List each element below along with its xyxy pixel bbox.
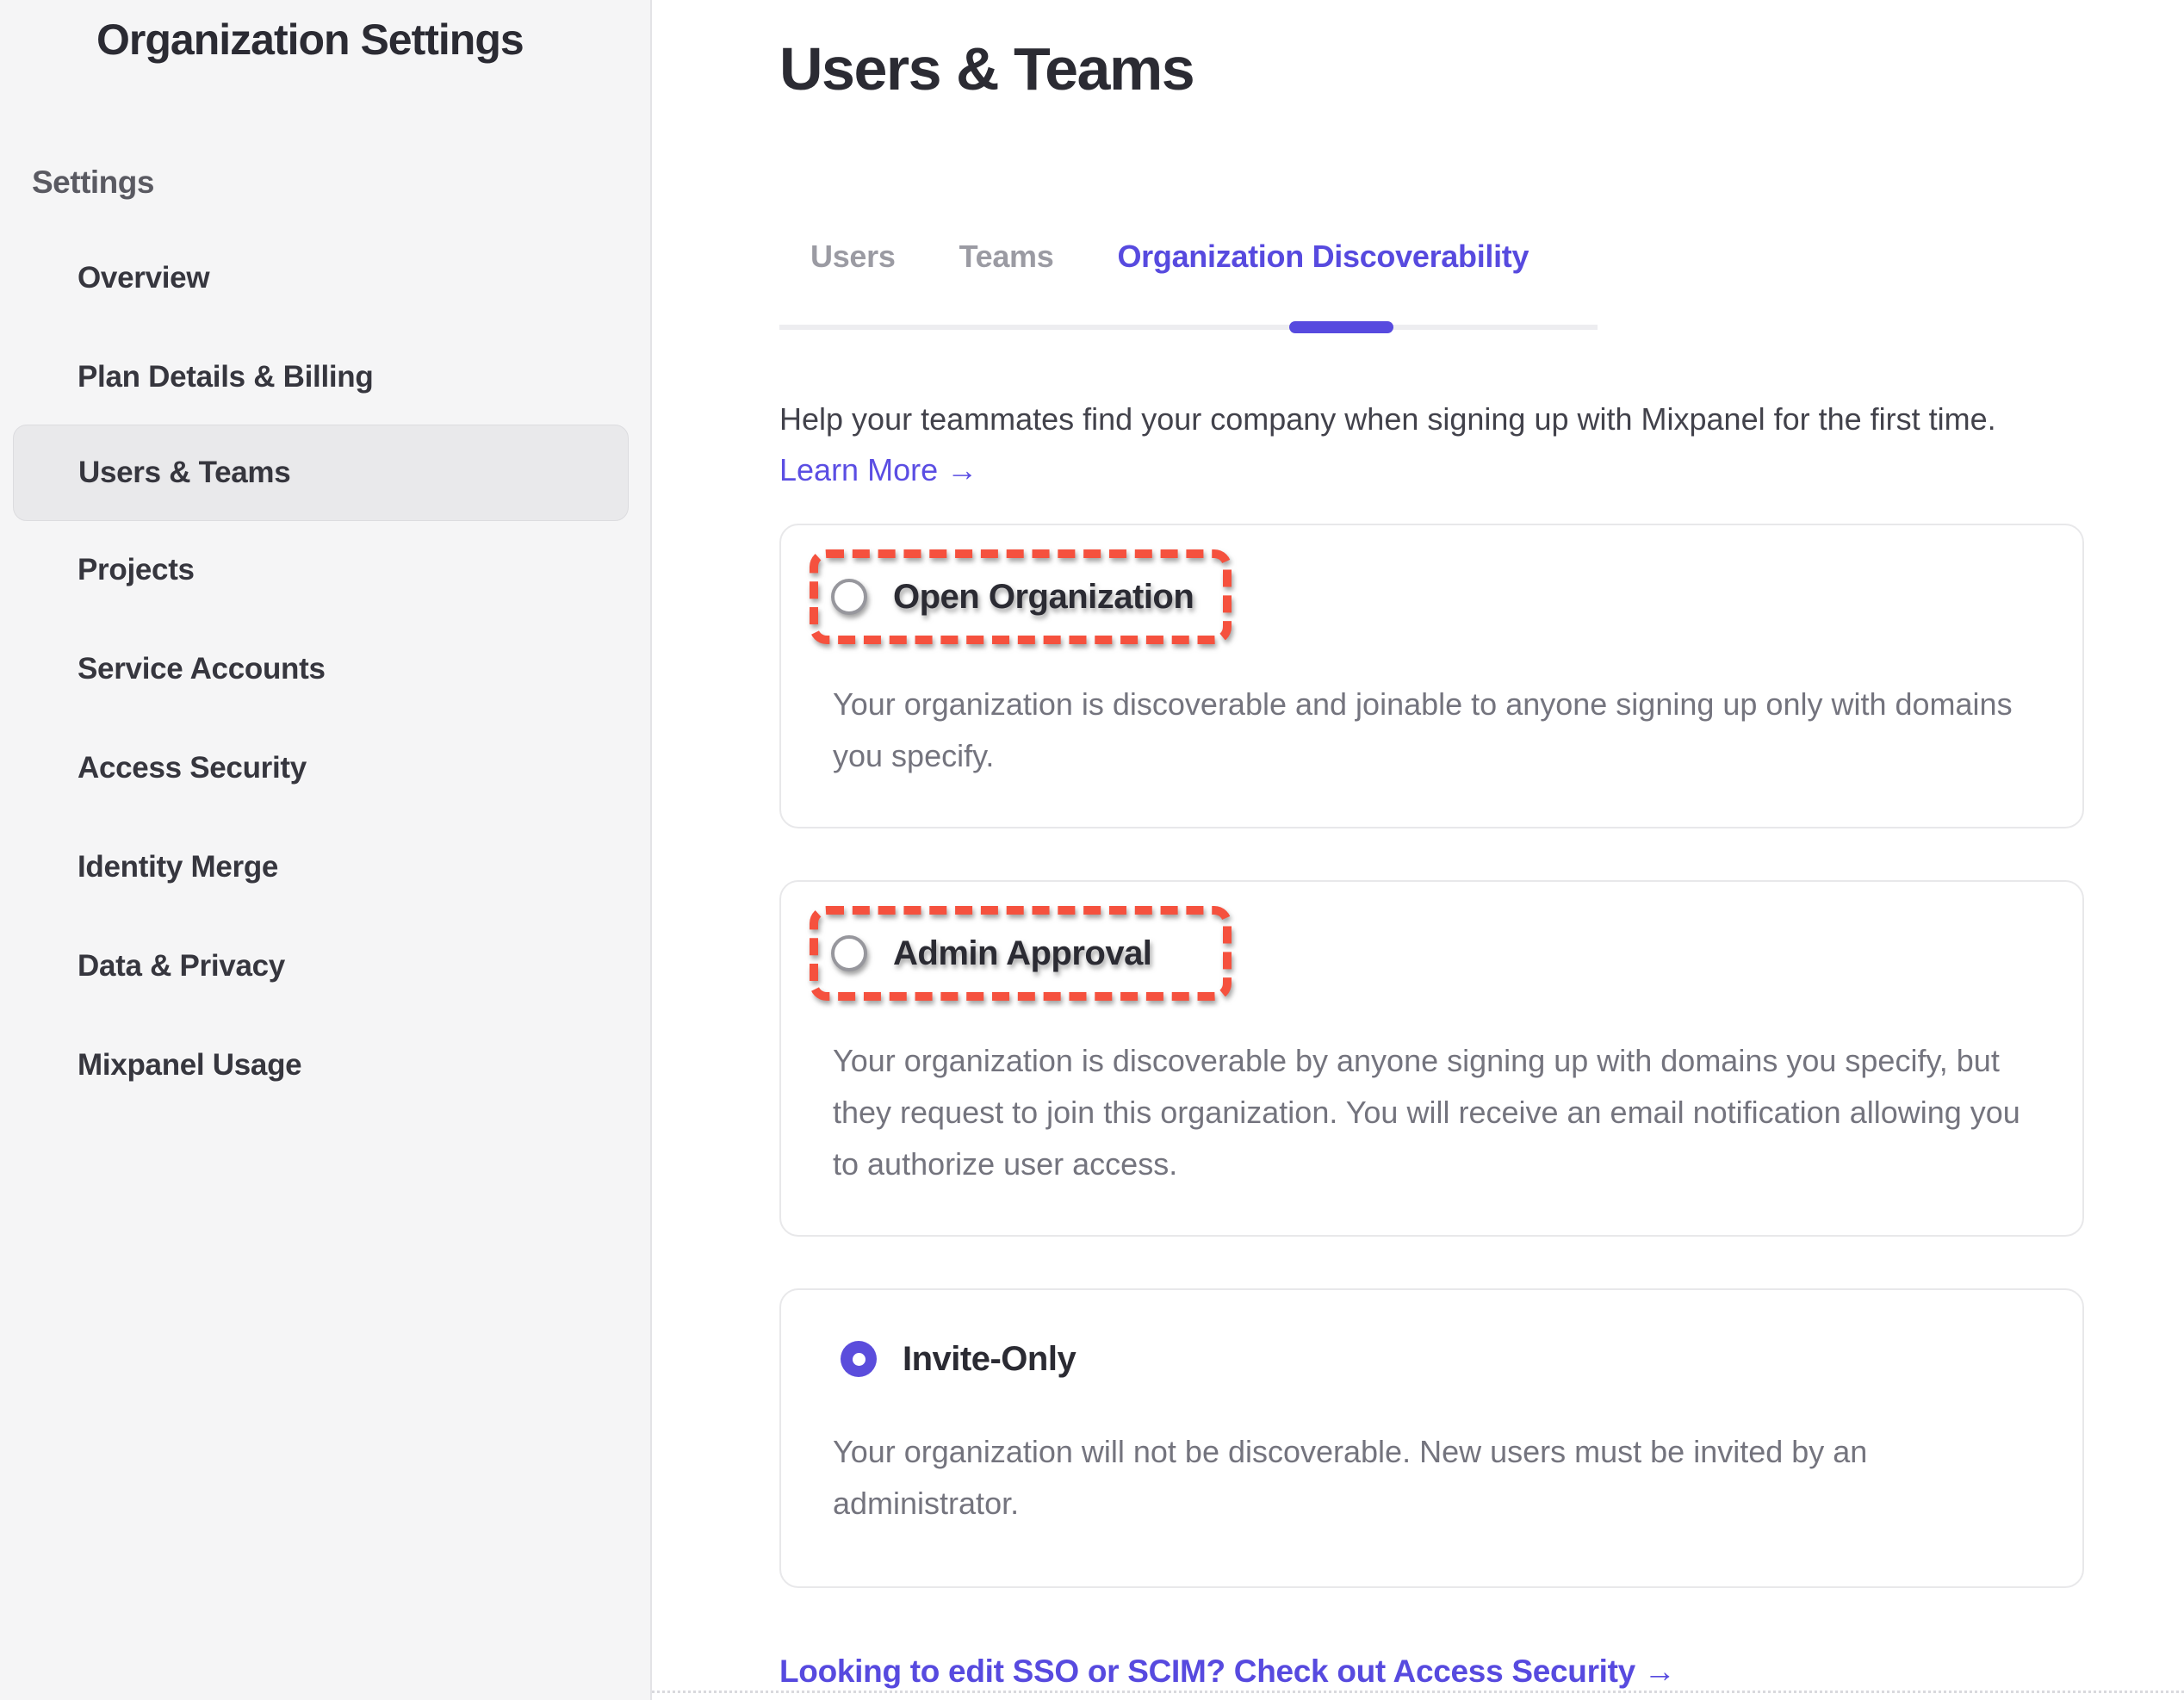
bottom-divider — [652, 1691, 2184, 1693]
option-label-admin-approval[interactable]: Admin Approval — [893, 933, 1151, 974]
tab-bar: Users Teams Organization Discoverability — [779, 238, 1598, 330]
sidebar-title: Organization Settings — [0, 0, 650, 65]
intro-text: Help your teammates find your company wh… — [779, 399, 2084, 439]
red-dashed-annotation-highlight: Open Organization — [810, 549, 1232, 644]
option-row: Invite-Only — [810, 1314, 2031, 1380]
option-description: Your organization is discoverable by any… — [833, 1035, 2031, 1190]
sidebar-nav: Settings Overview Plan Details & Billing… — [0, 164, 650, 1084]
sidebar-item-access-security[interactable]: Access Security — [0, 749, 650, 787]
sidebar-item-overview[interactable]: Overview — [0, 259, 650, 297]
option-label-invite-only[interactable]: Invite-Only — [903, 1338, 1076, 1380]
option-row: Open Organization — [831, 576, 1194, 617]
sidebar-section-label: Settings — [32, 164, 650, 202]
radio-admin-approval[interactable] — [831, 935, 867, 971]
option-description: Your organization will not be discoverab… — [833, 1426, 2031, 1542]
red-dashed-annotation-highlight: Admin Approval — [810, 906, 1232, 1001]
active-tab-indicator — [1289, 321, 1393, 333]
radio-open-organization[interactable] — [831, 579, 867, 615]
main-content: Users & Teams Users Teams Organization D… — [652, 0, 2184, 1700]
sidebar-item-projects[interactable]: Projects — [0, 551, 650, 589]
tab-users[interactable]: Users — [779, 238, 928, 325]
tab-teams[interactable]: Teams — [928, 238, 1086, 325]
tab-organization-discoverability[interactable]: Organization Discoverability — [1085, 238, 1560, 325]
option-label-open-organization[interactable]: Open Organization — [893, 576, 1194, 617]
learn-more-link[interactable]: Learn More → — [779, 450, 977, 489]
sidebar-item-mixpanel-usage[interactable]: Mixpanel Usage — [0, 1046, 650, 1084]
sidebar-item-identity-merge[interactable]: Identity Merge — [0, 848, 650, 886]
sidebar-item-plan-details-billing[interactable]: Plan Details & Billing — [0, 358, 650, 396]
sidebar-item-users-teams[interactable]: Users & Teams — [13, 425, 629, 521]
sidebar-item-data-privacy[interactable]: Data & Privacy — [0, 947, 650, 985]
settings-sidebar: Organization Settings Settings Overview … — [0, 0, 652, 1700]
option-card-invite-only: Invite-Only Your organization will not b… — [779, 1288, 2084, 1588]
option-card-open-organization: Open Organization Your organization is d… — [779, 524, 2084, 828]
sidebar-item-service-accounts[interactable]: Service Accounts — [0, 650, 650, 688]
option-card-admin-approval: Admin Approval Your organization is disc… — [779, 880, 2084, 1237]
access-security-link[interactable]: Looking to edit SSO or SCIM? Check out A… — [779, 1652, 1676, 1691]
option-row: Admin Approval — [831, 933, 1151, 974]
option-description: Your organization is discoverable and jo… — [833, 679, 2031, 782]
radio-invite-only-selected[interactable] — [841, 1341, 877, 1377]
page-title: Users & Teams — [779, 0, 2084, 102]
